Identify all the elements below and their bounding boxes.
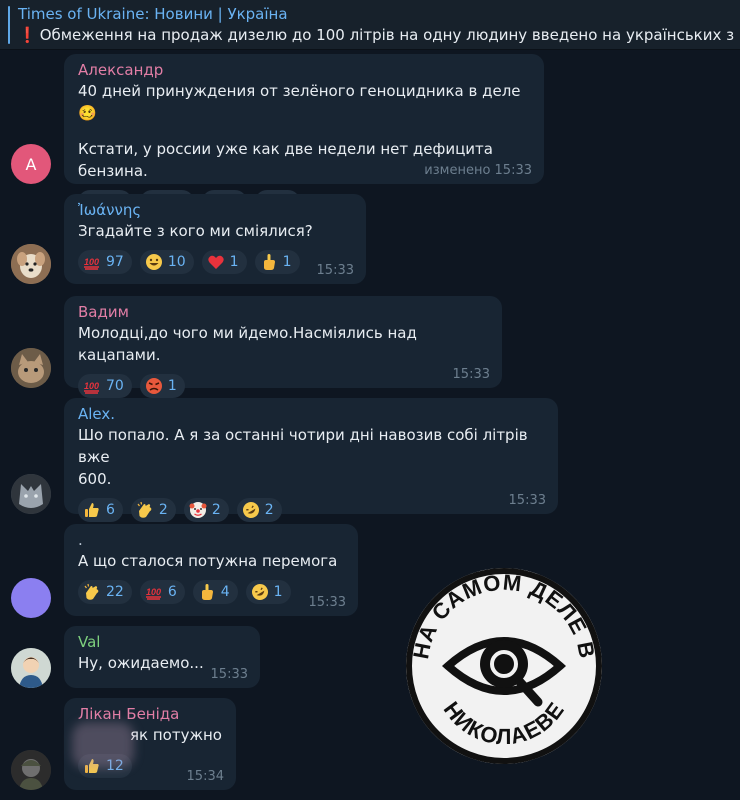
message-time: 15:33	[308, 595, 346, 610]
reaction-count: 10	[167, 254, 186, 270]
message-bubble[interactable]: Ἰωάννης Згадайте з кого ми сміялися? 100…	[64, 194, 366, 284]
message-bubble[interactable]: Alex. Шо попало. А я за останні чотири д…	[64, 398, 558, 522]
reaction-count: 2	[158, 502, 168, 518]
reactions-row: 6 2 2 2	[78, 498, 544, 522]
message-time: 15:33	[316, 263, 354, 278]
reaction-chip[interactable]: 1	[245, 580, 291, 604]
author-name[interactable]: Александр	[78, 60, 530, 80]
reaction-chip[interactable]: 2	[236, 498, 282, 522]
message-time: 15:33	[210, 667, 248, 682]
pinned-message-bar[interactable]: Times of Ukraine: Новини | Україна ❗ Обме…	[0, 0, 740, 50]
message-time: 15:33	[452, 367, 490, 382]
message-bubble[interactable]: Лікан Беніда як потужно 12 15:34	[64, 698, 236, 790]
avatar-letter: А	[25, 154, 37, 174]
reaction-count: 6	[167, 584, 177, 600]
svg-text:100: 100	[84, 381, 99, 391]
avatar[interactable]	[11, 578, 51, 618]
message-time: изменено 15:33	[424, 163, 532, 178]
message-bubble[interactable]: Александр 40 дней принуждения от зелёног…	[64, 54, 544, 214]
middle-finger-icon	[198, 583, 216, 601]
author-name[interactable]: Ἰωάννης	[78, 200, 352, 220]
avatar[interactable]	[11, 348, 51, 388]
thumbs-up-icon	[83, 501, 101, 519]
reaction-chip[interactable]: 1	[254, 250, 300, 274]
message-text-line: Згадайте з кого ми сміялися?	[78, 222, 313, 240]
reaction-count: 97	[106, 254, 124, 270]
reaction-chip[interactable]: 6	[78, 498, 123, 522]
middle-finger-icon	[260, 253, 278, 271]
pinned-text: ❗ Обмеження на продаж дизелю до 100 літрі…	[18, 26, 734, 44]
reaction-chip[interactable]: 1	[139, 374, 185, 398]
svg-text:100: 100	[84, 257, 99, 267]
reaction-chip[interactable]: 2	[183, 498, 229, 522]
reaction-count: 22	[106, 584, 124, 600]
avatar[interactable]: А	[11, 144, 51, 184]
hundred-icon: 100	[145, 583, 163, 601]
cartoon-person-avatar-icon	[11, 648, 51, 688]
pinned-title: Times of Ukraine: Новини | Україна	[18, 5, 288, 23]
message-text-line: 600.	[78, 470, 112, 488]
angry-face-icon	[145, 377, 163, 395]
reactions-row: 100 70 1	[78, 374, 488, 398]
reaction-count: 1	[282, 254, 292, 270]
reaction-chip[interactable]: 1	[201, 250, 247, 274]
author-name[interactable]: .	[78, 530, 344, 550]
hundred-icon: 100	[83, 377, 101, 395]
reaction-count: 1	[229, 254, 239, 270]
exclamation-icon: ❗	[18, 26, 37, 44]
reaction-count: 2	[211, 502, 221, 518]
clapping-hands-icon	[136, 501, 154, 519]
rofl-icon	[251, 583, 269, 601]
message-bubble[interactable]: . А що сталося потужна перемога 22 100 6 …	[64, 524, 358, 616]
watermark-stamp: НА САМОМ ДЕЛЕ В НИКОЛАЕВЕ	[402, 564, 606, 768]
message-time: 15:34	[186, 769, 224, 784]
message-text-line: Молодці,до чого ми йдемо.Насміялись над …	[78, 324, 417, 364]
avatar[interactable]	[11, 244, 51, 284]
dog-avatar-icon	[11, 244, 51, 284]
avatar[interactable]	[11, 750, 51, 790]
reactions-row: 100 97 10 1 1	[78, 250, 352, 274]
pinned-text-content: Обмеження на продаж дизелю до 100 літрів…	[39, 26, 734, 44]
message-bubble[interactable]: Val Ну, ожидаемо... 15:33	[64, 626, 260, 688]
reaction-chip[interactable]: 100 70	[78, 374, 132, 398]
svg-text:100: 100	[146, 587, 161, 597]
reaction-count: 2	[264, 502, 274, 518]
message-bubble[interactable]: Вадим Молодці,до чого ми йдемо.Насміялис…	[64, 296, 502, 398]
reaction-count: 1	[167, 378, 177, 394]
eye-magnifier-icon: НА САМОМ ДЕЛЕ В НИКОЛАЕВЕ	[406, 568, 602, 764]
soldier-avatar-icon	[11, 750, 51, 790]
reaction-chip[interactable]: 100 97	[78, 250, 132, 274]
rofl-icon	[242, 501, 260, 519]
hundred-icon: 100	[83, 253, 101, 271]
blur-redaction	[72, 722, 134, 768]
avatar[interactable]	[11, 474, 51, 514]
author-name[interactable]: Alex.	[78, 404, 544, 424]
avatar[interactable]	[11, 648, 51, 688]
message-text-line: 40 дней принуждения от зелёного геноцидн…	[78, 82, 521, 122]
reaction-chip[interactable]: 4	[192, 580, 238, 604]
reaction-count: 70	[106, 378, 124, 394]
wolf-avatar-icon	[11, 474, 51, 514]
message-text-line: Шо попало. А я за останні чотири дні нав…	[78, 426, 528, 466]
grin-icon	[145, 253, 163, 271]
message-time: 15:33	[508, 493, 546, 508]
clown-face-icon	[189, 501, 207, 519]
reaction-chip[interactable]: 2	[130, 498, 176, 522]
reaction-count: 4	[220, 584, 230, 600]
reaction-count: 6	[106, 502, 115, 518]
author-name[interactable]: Лікан Беніда	[78, 704, 222, 724]
reaction-chip[interactable]: 22	[78, 580, 132, 604]
clapping-hands-icon	[83, 583, 101, 601]
author-name[interactable]: Вадим	[78, 302, 488, 322]
reactions-row: 22 100 6 4 1	[78, 580, 344, 604]
reaction-count: 1	[273, 584, 283, 600]
reaction-chip[interactable]: 10	[139, 250, 194, 274]
message-text-line	[78, 124, 530, 138]
red-heart-icon	[207, 253, 225, 271]
cat-avatar-icon	[11, 348, 51, 388]
reaction-chip[interactable]: 100 6	[139, 580, 185, 604]
author-name[interactable]: Val	[78, 632, 246, 652]
message-text-line: А що сталося потужна перемога	[78, 552, 338, 570]
pinned-indicator	[8, 6, 10, 44]
